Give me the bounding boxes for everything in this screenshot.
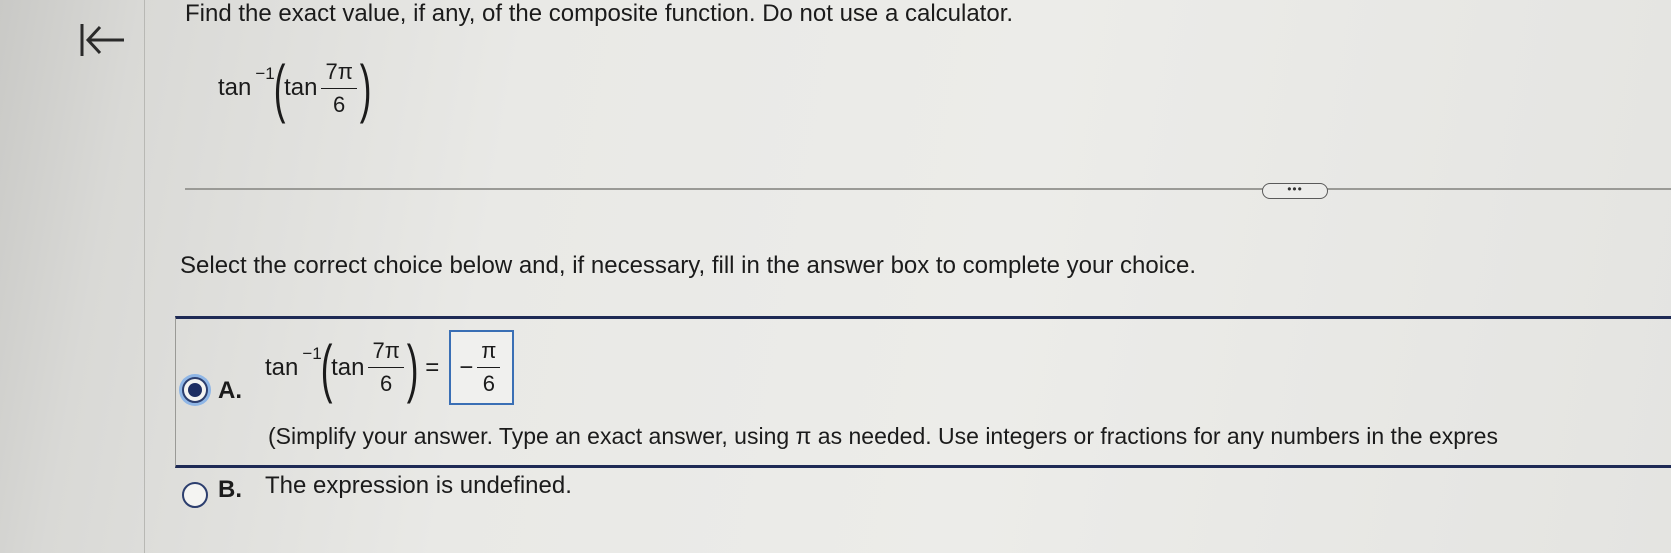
inner-function: tan [284,74,318,101]
left-divider [144,0,145,553]
right-paren: ) [406,331,419,404]
choice-a-letter: A. [218,377,242,404]
fraction-numerator: 7π [368,338,404,368]
equals-sign: = [425,353,440,381]
choice-b-radio[interactable] [182,482,208,508]
choice-a-expression: tan −1 ( tan 7π 6 ) = − π 6 [265,330,515,405]
question-prompt: Find the exact value, if any, of the com… [185,0,1014,27]
choice-a-hint: (Simplify your answer. Type an exact ans… [268,423,1498,449]
right-paren: ) [359,52,372,124]
fraction-denominator: 6 [333,91,346,117]
answer-input-box[interactable]: − π 6 [449,330,515,405]
inner-function: tan [331,353,365,381]
answer-fraction: π 6 [477,338,501,397]
outer-function: tan [218,74,252,101]
choice-a-radio[interactable] [182,377,208,403]
left-paren: ( [273,52,286,124]
question-expression: tan −1 ( tan 7π 6 ) [218,52,372,124]
collapse-left-icon[interactable] [78,20,128,60]
fraction-denominator: 6 [380,371,393,396]
choice-b-text[interactable]: The expression is undefined. [265,472,572,500]
inverse-superscript: −1 [302,343,322,363]
answer-numerator: π [477,338,501,368]
left-paren: ( [320,331,333,404]
outer-function: tan [265,353,299,381]
instruction-text: Select the correct choice below and, if … [180,252,1197,279]
more-button[interactable]: ••• [1262,183,1328,199]
fraction-numerator: 7π [321,59,357,89]
choice-b-letter: B. [218,476,242,503]
angle-fraction: 7π 6 [321,59,357,118]
angle-fraction: 7π 6 [368,338,404,397]
answer-denominator: 6 [482,371,495,396]
inverse-superscript: −1 [255,64,275,83]
section-divider [185,188,1671,190]
answer-sign: − [459,353,474,381]
